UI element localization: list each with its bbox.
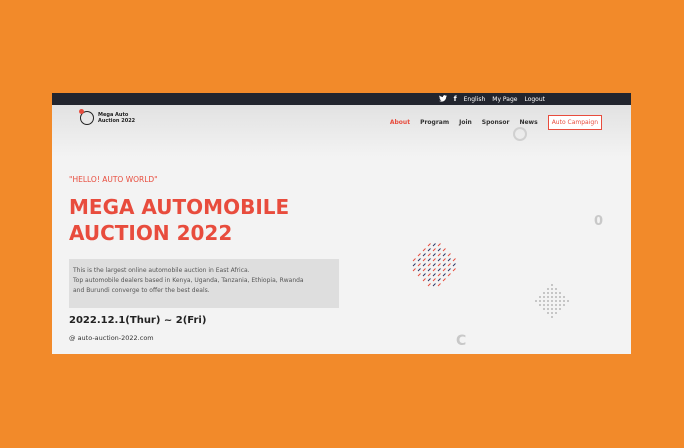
hero-title: MEGA AUTOMOBILE AUCTION 2022 [69,194,369,246]
site-logo[interactable]: Mega Auto Auction 2022 [79,109,136,125]
event-url[interactable]: @ auto-auction-2022.com [69,334,154,342]
auto-campaign-button[interactable]: Auto Campaign [547,115,602,130]
gray-dot-diamond-graphic [535,284,569,318]
header-background [52,105,631,157]
nav-program[interactable]: Program [420,119,449,126]
twitter-icon[interactable] [438,94,447,104]
description-line3: and Burundi converge to offer the best d… [73,287,210,294]
nav-sponsor[interactable]: Sponsor [482,119,510,126]
my-page-link[interactable]: My Page [492,96,517,103]
nav-join[interactable]: Join [459,119,472,126]
decor-zero-glyph: 0 [594,214,604,229]
logout-link[interactable]: Logout [524,96,545,103]
hero-title-line2: AUCTION 2022 [69,221,233,245]
main-nav: About Program Join Sponsor News Auto Cam… [390,115,602,130]
dotted-circle-graphic [412,243,456,287]
website-frame: f English My Page Logout Mega Auto Aucti… [52,93,631,354]
language-link[interactable]: English [464,96,486,103]
nav-news[interactable]: News [519,119,537,126]
hero-tagline: "HELLO! AUTO WORLD" [69,175,158,184]
event-date: 2022.12.1(Thur) ~ 2(Fri) [69,315,207,326]
description-line1: This is the largest online automobile au… [73,267,250,274]
nav-about[interactable]: About [390,119,410,126]
hero-description: This is the largest online automobile au… [69,259,339,308]
decor-c-glyph: C [456,333,467,349]
logo-line2: Auction 2022 [98,118,136,124]
logo-icon [79,109,94,125]
decor-ring-icon [513,127,527,141]
facebook-icon[interactable]: f [454,95,457,103]
top-bar: f English My Page Logout [52,93,631,105]
hero-title-line1: MEGA AUTOMOBILE [69,195,290,219]
description-line2: Top automobile dealers based in Kenya, U… [73,277,304,284]
